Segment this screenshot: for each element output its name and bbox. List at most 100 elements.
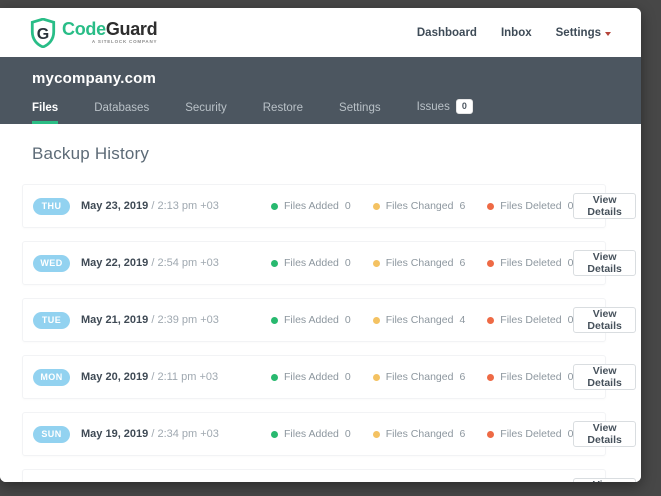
backup-date: May 20, 2019 / 2:11 pm +03	[81, 371, 249, 383]
backup-time-text: / 2:54 pm +03	[151, 257, 219, 269]
day-badge: WED	[33, 254, 70, 272]
files-deleted-stat: Files Deleted 0	[487, 200, 573, 212]
tab-databases-label: Databases	[94, 102, 150, 114]
top-nav: Dashboard Inbox Settings	[417, 27, 611, 39]
files-deleted-label: Files Deleted	[500, 371, 562, 383]
files-added-stat: Files Added 0	[271, 314, 351, 326]
day-badge: SUN	[33, 425, 70, 443]
files-added-label: Files Added	[284, 314, 339, 326]
files-changed-count: 6	[459, 428, 466, 440]
tab-issues[interactable]: Issues 0	[417, 99, 473, 124]
view-details-button[interactable]: View Details	[573, 193, 636, 219]
files-changed-label: Files Changed	[385, 314, 454, 326]
files-added-label: Files Added	[284, 200, 339, 212]
files-changed-count: 6	[459, 371, 466, 383]
nav-settings[interactable]: Settings	[556, 27, 611, 39]
tab-security-label: Security	[185, 102, 227, 114]
top-header: G CodeGuard A SITELOCK COMPANY Dashboard…	[0, 8, 641, 57]
backup-date-text: May 21, 2019	[81, 314, 149, 326]
day-badge: TUE	[33, 311, 70, 329]
view-details-button[interactable]: View Details	[573, 421, 636, 447]
site-domain: mycompany.com	[32, 70, 157, 87]
file-stats: Files Added 0 Files Changed 4 Files Dele…	[271, 314, 573, 326]
backup-time-text: / 2:34 pm +03	[151, 428, 219, 440]
codeguard-logo[interactable]: G CodeGuard A SITELOCK COMPANY	[30, 17, 158, 48]
nav-dashboard[interactable]: Dashboard	[417, 27, 477, 39]
logo-word-guard: Guard	[105, 19, 158, 40]
tab-settings[interactable]: Settings	[339, 102, 381, 124]
nav-dashboard-label: Dashboard	[416, 26, 477, 39]
view-details-button[interactable]: View Details	[573, 364, 636, 390]
tab-databases[interactable]: Databases	[94, 102, 149, 124]
day-badge: THU	[33, 197, 70, 215]
tab-security[interactable]: Security	[185, 102, 227, 124]
backup-row: TUE May 21, 2019 / 2:39 pm +03 Files Add…	[22, 298, 636, 342]
backup-date: May 23, 2019 / 2:13 pm +03	[81, 200, 249, 212]
backup-date-text: May 19, 2019	[81, 428, 149, 440]
files-changed-label: Files Changed	[385, 200, 454, 212]
files-added-count: 0	[344, 257, 351, 269]
backup-time-text: / 2:11 pm +03	[151, 371, 219, 383]
backup-date-text: May 23, 2019	[81, 200, 149, 212]
files-changed-count: 6	[459, 257, 466, 269]
file-stats: Files Added 0 Files Changed 6 Files Dele…	[271, 428, 573, 440]
tab-restore[interactable]: Restore	[263, 102, 303, 124]
files-changed-label: Files Changed	[385, 257, 454, 269]
site-bar: mycompany.com Files Databases Security R…	[0, 57, 641, 124]
tab-bar: Files Databases Security Restore Setting…	[32, 99, 641, 124]
backup-row: MON May 20, 2019 / 2:11 pm +03 Files Add…	[22, 355, 636, 399]
backup-date: May 21, 2019 / 2:39 pm +03	[81, 314, 249, 326]
red-dot-icon	[487, 259, 495, 267]
green-dot-icon	[271, 202, 278, 210]
green-dot-icon	[271, 373, 278, 381]
shield-logo-icon: G	[30, 17, 56, 48]
tab-issues-label: Issues	[416, 100, 450, 113]
row-actions: View Details Restore Options	[573, 421, 641, 447]
backup-date-text: May 22, 2019	[81, 257, 149, 269]
backup-time-text: / 2:13 pm +03	[151, 200, 219, 212]
view-details-button[interactable]: View Details	[573, 250, 636, 276]
main-content: Backup History THU May 23, 2019 / 2:13 p…	[0, 124, 641, 482]
yellow-dot-icon	[372, 202, 380, 210]
files-added-count: 0	[344, 314, 351, 326]
tab-files[interactable]: Files	[32, 102, 59, 124]
nav-inbox[interactable]: Inbox	[501, 27, 532, 39]
backup-row: THU May 23, 2019 / 2:13 pm +03 Files Add…	[22, 184, 636, 228]
backup-rows-list: THU May 23, 2019 / 2:13 pm +03 Files Add…	[22, 184, 636, 482]
files-changed-label: Files Changed	[385, 371, 454, 383]
files-changed-stat: Files Changed 4	[372, 314, 466, 326]
tab-settings-label: Settings	[339, 102, 381, 114]
files-deleted-stat: Files Deleted 0	[487, 371, 573, 383]
nav-inbox-label: Inbox	[500, 26, 532, 39]
backup-date: May 19, 2019 / 2:34 pm +03	[81, 428, 249, 440]
svg-text:G: G	[37, 24, 50, 42]
files-added-stat: Files Added 0	[271, 200, 351, 212]
files-added-stat: Files Added 0	[271, 428, 351, 440]
files-added-count: 0	[344, 428, 351, 440]
files-added-label: Files Added	[284, 371, 339, 383]
view-details-button[interactable]: View Details	[573, 307, 636, 333]
row-actions: View Details Restore Options	[573, 364, 641, 390]
files-deleted-stat: Files Deleted 0	[487, 428, 573, 440]
backup-row: SAT May 18, 2019 / 2:42 pm +03 Files Add…	[22, 469, 636, 482]
logo-tagline: A SITELOCK COMPANY	[91, 39, 158, 45]
backup-date-text: May 20, 2019	[81, 371, 149, 383]
files-added-stat: Files Added 0	[271, 257, 351, 269]
yellow-dot-icon	[372, 316, 380, 324]
tab-files-label: Files	[32, 102, 59, 114]
logo-word-code: Code	[62, 19, 106, 40]
file-stats: Files Added 0 Files Changed 6 Files Dele…	[271, 200, 573, 212]
red-dot-icon	[487, 202, 495, 210]
files-changed-stat: Files Changed 6	[372, 428, 466, 440]
red-dot-icon	[487, 316, 495, 324]
row-actions: View Details Restore Options	[573, 478, 641, 482]
file-stats: Files Added 0 Files Changed 6 Files Dele…	[271, 371, 573, 383]
day-badge: MON	[33, 368, 70, 386]
files-changed-count: 4	[459, 314, 466, 326]
red-dot-icon	[487, 430, 495, 438]
view-details-button[interactable]: View Details	[573, 478, 636, 482]
red-dot-icon	[487, 373, 495, 381]
files-deleted-label: Files Deleted	[500, 428, 562, 440]
files-added-stat: Files Added 0	[271, 371, 351, 383]
yellow-dot-icon	[372, 259, 380, 267]
